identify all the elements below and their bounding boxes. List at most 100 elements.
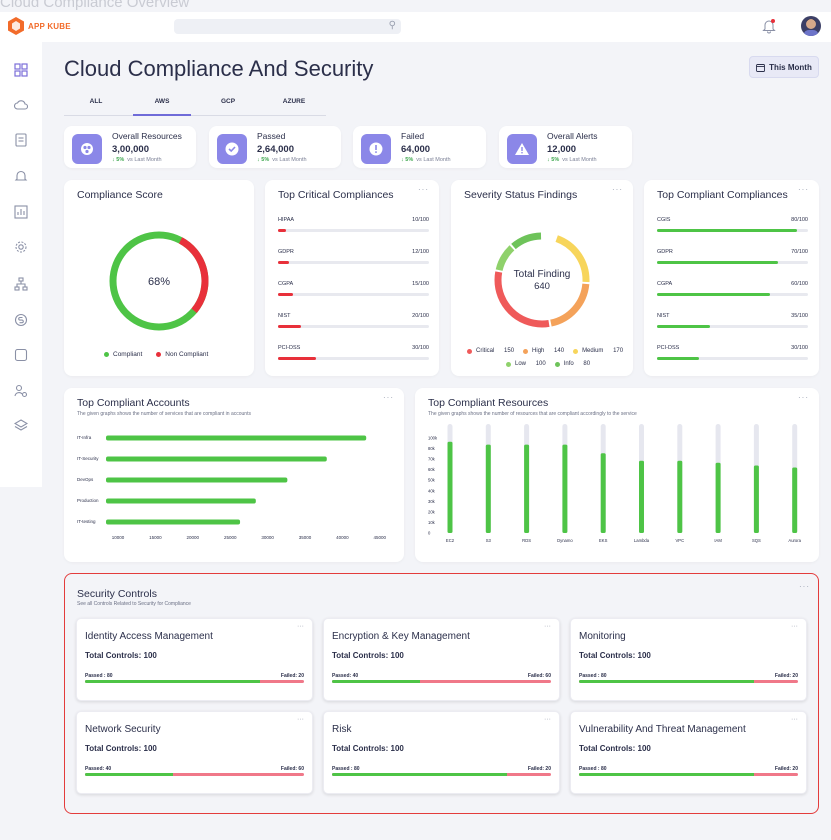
tab-all[interactable]: ALL	[71, 98, 121, 105]
more-options-icon[interactable]: ···	[297, 623, 304, 630]
control-total: Total Controls: 100	[332, 651, 404, 660]
more-options-icon[interactable]: ···	[297, 716, 304, 723]
legend-label: Low	[515, 361, 527, 367]
category-label: Dynamo	[557, 538, 573, 543]
control-passed: Passed: 40	[85, 766, 112, 772]
control-passed-fill	[332, 773, 508, 776]
square-icon[interactable]	[14, 348, 28, 362]
tab-aws[interactable]: AWS	[133, 98, 191, 116]
tab-azure[interactable]: AZURE	[269, 98, 319, 105]
resource-bar	[715, 462, 721, 533]
resource-bar	[447, 441, 453, 533]
compliance-donut-chart: 68%	[109, 231, 209, 331]
control-name: Monitoring	[579, 631, 626, 642]
control-passed: Passed : 80	[579, 673, 607, 679]
card-title: Top Compliant Accounts	[77, 397, 190, 409]
stat-card-passed[interactable]: Passed 2,64,000 ↓ 5% vs Last Month	[209, 126, 341, 168]
stat-value: 64,000	[401, 144, 431, 155]
more-options-icon[interactable]: ···	[612, 185, 623, 194]
progress-track	[657, 261, 808, 264]
control-failed: Failed: 20	[774, 673, 798, 679]
tab-gcp[interactable]: GCP	[203, 98, 253, 105]
trend-note: vs Last Month	[127, 157, 162, 163]
accounts-bar-chart: IT-Infra IT-Security DevOps Production IT-te…	[77, 435, 387, 540]
this-month-button[interactable]: This Month	[749, 56, 819, 78]
reports-icon[interactable]	[14, 205, 28, 219]
progress-item: PCI-DSS 30/100	[278, 345, 429, 360]
user-settings-icon[interactable]	[14, 384, 28, 398]
progress-label: PCI-DSS	[278, 345, 301, 351]
dashboard-icon[interactable]	[14, 63, 28, 77]
stat-card-failed[interactable]: Failed 64,000 ↓ 5% vs Last Month	[353, 126, 486, 168]
control-name: Network Security	[85, 724, 161, 735]
category-label: Lambda	[634, 538, 650, 543]
progress-track	[657, 325, 808, 328]
billing-icon[interactable]	[14, 313, 28, 327]
cloud-icon[interactable]	[14, 98, 28, 112]
compliance-legend: Compliant Non Compliant	[104, 351, 208, 358]
trend-note: vs Last Month	[416, 157, 451, 163]
progress-value: 10/100	[412, 217, 429, 223]
control-passed: Passed : 80	[85, 673, 113, 679]
control-name: Encryption & Key Management	[332, 631, 470, 642]
settings-gear-icon[interactable]	[14, 240, 28, 254]
legend-label: Compliant	[113, 351, 143, 358]
control-progress-bar	[332, 680, 551, 683]
more-options-icon[interactable]: ···	[544, 716, 551, 723]
progress-label: HIPAA	[278, 217, 295, 223]
y-tick-label: 100k	[428, 436, 438, 441]
stat-card-overall-alerts[interactable]: Overall Alerts 12,000 ↓ 5% vs Last Month	[499, 126, 632, 168]
security-control-card[interactable]: ··· Network Security Total Controls: 100 Pa…	[76, 711, 313, 794]
control-total: Total Controls: 100	[579, 651, 651, 660]
severity-legend-row-1: Critical 150 High 140 Medium 170	[467, 348, 623, 354]
more-options-icon[interactable]: ···	[544, 623, 551, 630]
account-bar	[106, 498, 256, 504]
progress-track	[278, 261, 429, 264]
progress-item: CGIS 80/100	[657, 217, 808, 232]
warning-icon	[507, 134, 537, 164]
resource-bar	[792, 467, 798, 533]
more-options-icon[interactable]: ···	[418, 185, 429, 194]
legend-high: High 140	[523, 348, 564, 354]
more-options-icon[interactable]: ···	[791, 716, 798, 723]
more-options-icon[interactable]: ···	[799, 582, 810, 591]
progress-fill	[278, 357, 316, 360]
progress-value: 35/100	[791, 313, 808, 319]
search-input[interactable]: ⚲	[174, 19, 401, 34]
security-control-card[interactable]: ··· Monitoring Total Controls: 100 Passed :…	[570, 618, 807, 701]
progress-label: NIST	[657, 313, 670, 319]
progress-value: 20/100	[412, 313, 429, 319]
severity-card: Severity Status Findings ··· Total Findi…	[451, 180, 633, 376]
security-control-card[interactable]: ··· Identity Access Management Total Contr…	[76, 618, 313, 701]
layers-icon[interactable]	[14, 419, 28, 433]
stat-card-overall-resources[interactable]: Overall Resources 3,00,000 ↓ 5% vs Last …	[64, 126, 196, 168]
control-progress-bar	[579, 773, 798, 776]
control-name: Vulnerability And Threat Management	[579, 724, 746, 735]
security-controls-section: Security Controls See all Controls Relat…	[64, 573, 819, 814]
more-options-icon[interactable]: ···	[383, 393, 394, 402]
control-passed: Passed: 40	[332, 673, 359, 679]
progress-fill	[657, 229, 798, 232]
more-options-icon[interactable]: ···	[791, 623, 798, 630]
security-control-card[interactable]: ··· Encryption & Key Management Total Cont…	[323, 618, 560, 701]
control-total: Total Controls: 100	[579, 744, 651, 753]
card-title: Top Compliant Compliances	[657, 189, 788, 201]
category-label: IT-Security	[77, 456, 99, 461]
security-control-card[interactable]: ··· Vulnerability And Threat Management To…	[570, 711, 807, 794]
more-options-icon[interactable]: ···	[798, 393, 809, 402]
legend-value: 140	[554, 348, 565, 354]
alert-bell-icon[interactable]	[14, 169, 28, 183]
card-title: Top Compliant Resources	[428, 397, 549, 409]
category-label: S3	[486, 538, 492, 543]
y-tick-label: 50k	[428, 478, 436, 483]
legend-label: High	[532, 348, 545, 354]
user-avatar[interactable]	[801, 16, 821, 36]
hierarchy-icon[interactable]	[14, 277, 28, 291]
app-logo[interactable]: APP KUBE	[8, 17, 71, 35]
progress-value: 12/100	[412, 249, 429, 255]
compliance-score-card: Compliance Score 68% Compliant Non Compl…	[64, 180, 254, 376]
notification-bell-icon[interactable]	[762, 18, 776, 34]
document-icon[interactable]	[14, 133, 28, 147]
more-options-icon[interactable]: ···	[798, 185, 809, 194]
security-control-card[interactable]: ··· Risk Total Controls: 100 Passed : 80 Fai…	[323, 711, 560, 794]
